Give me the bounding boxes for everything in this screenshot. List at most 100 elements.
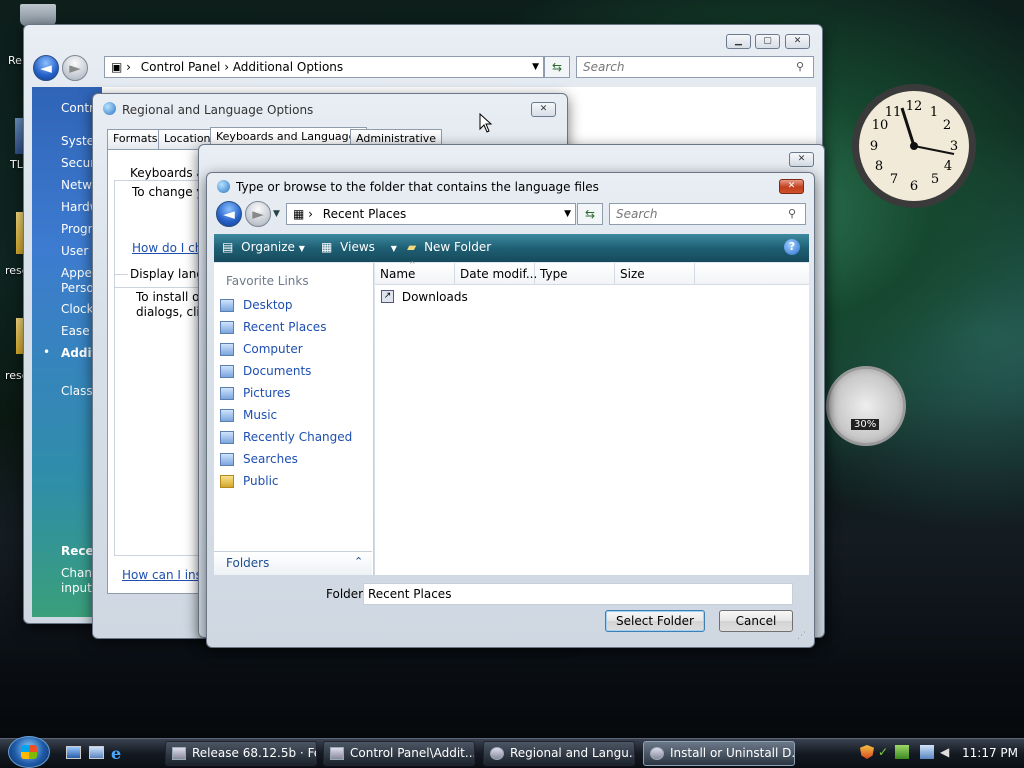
clock-numeral: 9 — [870, 139, 878, 154]
resize-grip-icon[interactable]: ⋰ — [797, 631, 806, 641]
chevron-down-icon[interactable]: ▼ — [564, 204, 571, 224]
forward-button[interactable]: ► — [62, 55, 88, 81]
minimize-button[interactable]: ▁ — [726, 34, 751, 49]
back-button[interactable]: ◄ — [216, 201, 242, 227]
column-header-size[interactable]: Size — [615, 263, 695, 285]
clock-numeral: 8 — [875, 159, 883, 174]
documents-icon — [220, 364, 234, 378]
network-status-icon[interactable] — [895, 745, 909, 759]
clock-numeral: 3 — [950, 139, 958, 154]
recently-changed-icon — [220, 430, 234, 444]
folders-toggle[interactable]: Folders ⌃ — [214, 551, 372, 575]
file-list[interactable]: Name ^ Date modif... Type Size ↗ Downloa… — [375, 260, 809, 575]
back-button[interactable]: ◄ — [33, 55, 59, 81]
favorite-link-documents[interactable]: Documents — [214, 360, 372, 382]
favorite-link-music[interactable]: Music — [214, 404, 372, 426]
close-button[interactable]: ✕ — [779, 179, 804, 194]
taskbar-item-release[interactable]: Release 68.12.5b · Fe... — [165, 741, 317, 766]
breadcrumb-item[interactable]: Additional Options — [233, 60, 343, 74]
sort-arrow-icon: ^ — [409, 260, 416, 269]
recycle-bin-icon[interactable] — [20, 4, 56, 26]
favorite-link-pictures[interactable]: Pictures — [214, 382, 372, 404]
network-icon[interactable] — [920, 745, 934, 759]
window-title: Regional and Language Options — [122, 103, 314, 117]
refresh-button[interactable]: ⇆ — [544, 56, 570, 78]
folder-input[interactable]: Recent Places — [363, 583, 793, 605]
clock-gadget[interactable]: 12 1 2 3 4 5 6 7 8 9 10 11 — [850, 82, 978, 210]
internet-explorer-icon[interactable]: e — [111, 744, 121, 763]
history-dropdown[interactable]: ▼ — [273, 209, 280, 219]
column-header-date[interactable]: Date modif... — [455, 263, 537, 285]
browse-folder-dialog[interactable]: Type or browse to the folder that contai… — [206, 172, 815, 648]
clock-numeral: 7 — [890, 172, 898, 187]
select-folder-button[interactable]: Select Folder — [605, 610, 705, 632]
desktop-icon-label: Re — [8, 54, 22, 67]
close-button[interactable]: ✕ — [789, 152, 814, 167]
switch-windows-icon[interactable] — [89, 746, 104, 759]
breadcrumb-item[interactable]: Recent Places — [323, 207, 406, 221]
folder-shortcut-icon: ↗ — [381, 290, 394, 303]
show-desktop-icon[interactable] — [66, 746, 81, 759]
breadcrumb-item[interactable]: Control Panel — [141, 60, 221, 74]
favorite-link-recent-places[interactable]: Recent Places — [214, 316, 372, 338]
control-panel-icon: ▣ › — [111, 60, 131, 74]
address-bar[interactable]: ▣ › Control Panel › Additional Options ▼ — [104, 56, 544, 78]
recent-places-icon — [220, 320, 234, 334]
chevron-down-icon: ▼ — [390, 244, 397, 253]
search-input[interactable]: Search — [576, 56, 814, 78]
close-button[interactable]: ✕ — [531, 102, 556, 117]
public-folder-icon — [220, 474, 234, 488]
list-item[interactable]: ↗ Downloads — [381, 289, 468, 307]
taskbar-item-regional[interactable]: Regional and Langu... — [483, 741, 635, 766]
clock-time[interactable]: 11:17 PM — [962, 746, 1018, 760]
favorite-link-searches[interactable]: Searches — [214, 448, 372, 470]
file-name: Downloads — [401, 289, 468, 304]
close-button[interactable]: ✕ — [785, 34, 810, 49]
volume-icon[interactable]: ◀ — [940, 745, 954, 759]
computer-icon — [220, 342, 234, 356]
address-bar[interactable]: ▦ › Recent Places ▼ — [286, 203, 576, 225]
help-link[interactable]: How can I inst — [122, 568, 207, 582]
clock-numeral: 11 — [885, 105, 902, 120]
windows-logo-icon — [21, 745, 37, 759]
chevron-down-icon: ▼ — [298, 244, 305, 253]
column-headers: Name ^ Date modif... Type Size — [375, 260, 809, 285]
dialog-title: Type or browse to the folder that contai… — [236, 180, 599, 194]
chevron-down-icon[interactable]: ▼ — [532, 57, 539, 77]
globe-icon — [490, 747, 504, 760]
mouse-cursor-icon — [479, 113, 493, 133]
organize-button[interactable]: ▤ Organize ▼ — [222, 240, 305, 254]
sidebar-bullet-icon: • — [43, 345, 51, 359]
recent-item[interactable]: input — [61, 581, 92, 595]
refresh-button[interactable]: ⇆ — [577, 203, 603, 225]
search-icon[interactable]: ⚲ — [788, 207, 796, 220]
column-header-type[interactable]: Type — [535, 263, 615, 285]
clock-numeral: 10 — [872, 118, 889, 133]
favorite-link-public[interactable]: Public — [214, 470, 372, 492]
search-icon[interactable]: ⚲ — [796, 60, 804, 73]
views-icon: ▦ — [321, 240, 333, 254]
favorite-link-computer[interactable]: Computer — [214, 338, 372, 360]
desktop-icon — [220, 298, 234, 312]
forward-button[interactable]: ► — [245, 201, 271, 227]
favorite-link-recently-changed[interactable]: Recently Changed — [214, 426, 372, 448]
clock-numeral: 4 — [944, 159, 952, 174]
taskbar-item-install[interactable]: Install or Uninstall D... — [643, 741, 795, 766]
views-button[interactable]: ▦ Views ▼ — [321, 240, 397, 254]
clock-numeral: 12 — [906, 99, 923, 114]
sync-icon[interactable]: ✓ — [878, 745, 892, 759]
chevron-up-icon: ⌃ — [354, 555, 364, 568]
maximize-button[interactable]: ▢ — [755, 34, 780, 49]
clock-numeral: 1 — [930, 105, 938, 120]
globe-icon — [103, 102, 116, 115]
taskbar-item-control-panel[interactable]: Control Panel\Addit... — [323, 741, 475, 766]
cancel-button[interactable]: Cancel — [719, 610, 793, 632]
command-toolbar: ▤ Organize ▼ ▦ Views ▼ ▰ New Folder ? — [214, 234, 809, 262]
cpu-meter-gadget[interactable] — [826, 366, 906, 446]
favorite-link-desktop[interactable]: Desktop — [214, 294, 372, 316]
tab-formats[interactable]: Formats — [107, 129, 164, 149]
new-folder-button[interactable]: ▰ New Folder — [407, 240, 491, 254]
help-icon[interactable]: ? — [784, 239, 800, 255]
search-input[interactable]: Search — [609, 203, 806, 225]
navigation-pane: Favorite Links Desktop Recent Places Com… — [214, 263, 374, 575]
